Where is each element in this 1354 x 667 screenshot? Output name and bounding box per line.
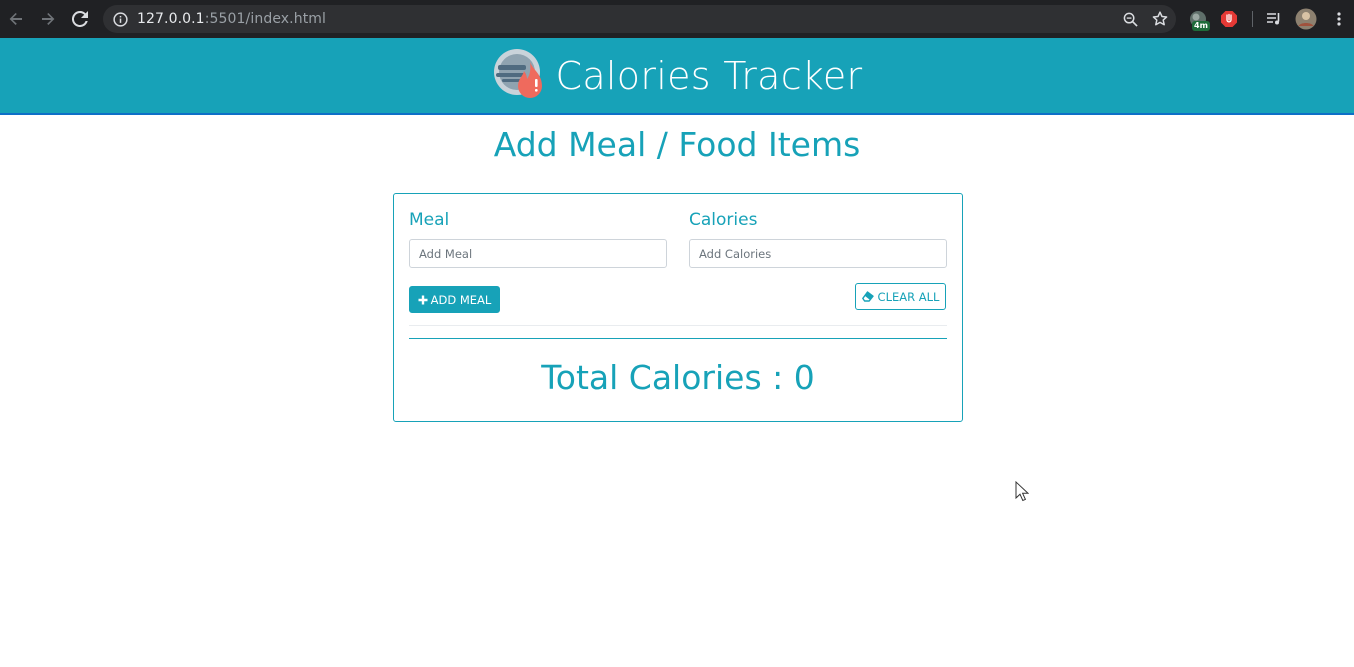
reload-button[interactable]	[64, 0, 96, 38]
info-icon	[112, 11, 128, 27]
site-info-button[interactable]	[103, 11, 137, 27]
forward-button[interactable]	[32, 0, 64, 38]
calories-field: Calories	[689, 210, 947, 268]
meal-label: Meal	[409, 210, 450, 230]
extension-button[interactable]: 4m	[1188, 0, 1210, 38]
back-icon	[9, 13, 22, 25]
media-control-button[interactable]	[1265, 0, 1283, 38]
calories-label: Calories	[689, 210, 758, 230]
url-path: :5501/index.html	[204, 11, 327, 27]
app-title: Calories Tracker	[555, 53, 863, 98]
forward-icon	[42, 13, 55, 25]
menu-button[interactable]	[1333, 0, 1345, 38]
profile-avatar[interactable]	[1295, 0, 1317, 38]
menu-icon	[1337, 12, 1341, 26]
mouse-cursor-icon	[1015, 481, 1029, 502]
star-icon[interactable]	[1152, 11, 1168, 27]
clear-all-button[interactable]: CLEAR ALL	[855, 283, 946, 310]
browser-toolbar: 127.0.0.1:5501/index.html 4m	[0, 0, 1354, 38]
clear-all-label: CLEAR ALL	[877, 289, 940, 304]
calories-input[interactable]	[689, 239, 947, 268]
avatar-icon	[1295, 8, 1317, 30]
extension-badge: 4m	[1192, 21, 1210, 31]
reload-icon	[72, 11, 88, 27]
meal-field: Meal	[409, 210, 667, 268]
meal-form-card: Meal Calories ADD MEAL CLEAR ALL Total C…	[393, 193, 963, 422]
address-bar[interactable]: 127.0.0.1:5501/index.html	[103, 5, 1176, 33]
divider-accent	[409, 338, 947, 339]
divider-light	[409, 325, 947, 326]
url-host: 127.0.0.1	[137, 11, 205, 27]
meal-input[interactable]	[409, 239, 667, 268]
media-control-icon	[1267, 13, 1280, 25]
add-meal-button[interactable]: ADD MEAL	[409, 286, 500, 313]
page-heading: Add Meal / Food Items	[493, 125, 861, 164]
total-calories: Total Calories : 0	[541, 358, 815, 397]
app-header: Calories Tracker	[0, 38, 1354, 115]
back-button[interactable]	[0, 0, 32, 38]
toolbar-separator	[1252, 11, 1253, 27]
add-meal-label: ADD MEAL	[430, 292, 492, 307]
calorie-flame-logo	[493, 48, 542, 98]
adblock-icon	[1221, 11, 1237, 27]
adblock-button[interactable]	[1220, 0, 1238, 38]
plus-icon	[418, 295, 428, 304]
eraser-icon	[861, 291, 874, 302]
zoom-icon[interactable]	[1123, 12, 1138, 27]
url-text[interactable]: 127.0.0.1:5501/index.html	[137, 11, 326, 27]
